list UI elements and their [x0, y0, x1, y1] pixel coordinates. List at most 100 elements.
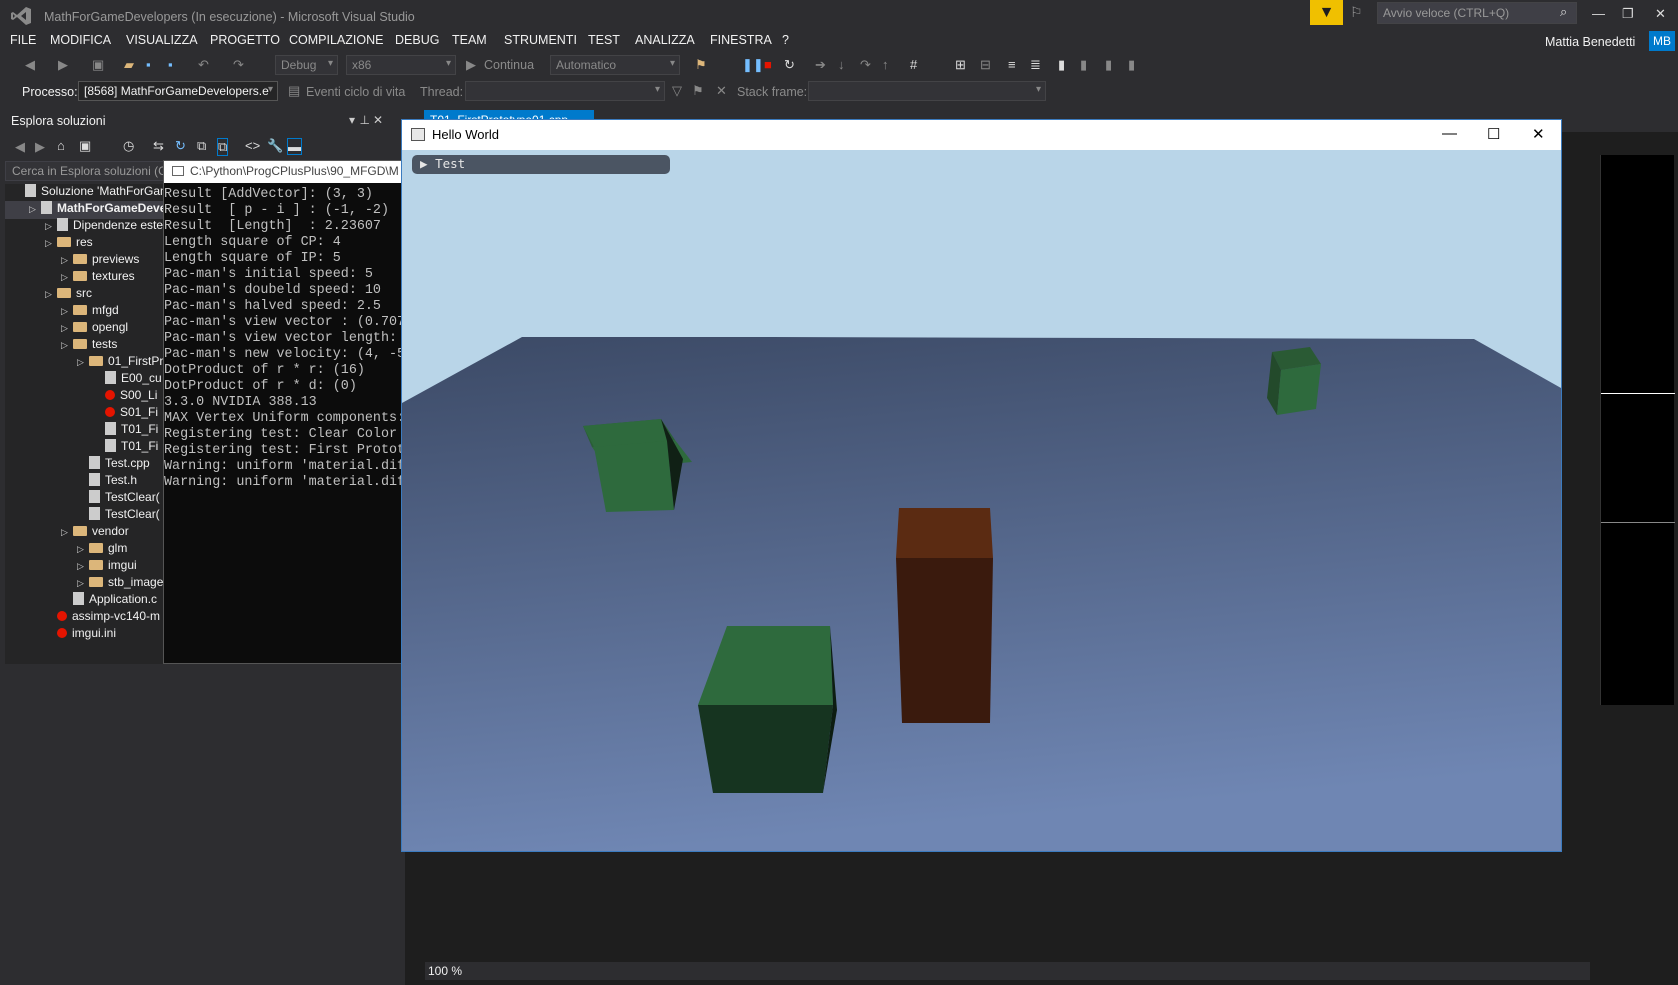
refresh-icon[interactable]: ↻ — [175, 138, 186, 154]
gl-close-icon[interactable]: ✕ — [1532, 125, 1545, 143]
imgui-header-test[interactable]: ▶ Test — [412, 155, 670, 174]
feedback-icon[interactable]: ⚐ — [1350, 4, 1363, 21]
properties-icon[interactable]: 🔧 — [267, 138, 283, 154]
tree-item[interactable]: ▷ previews — [5, 252, 170, 270]
prev-bookmark-icon[interactable]: ▮ — [1080, 57, 1087, 73]
stop-icon[interactable]: ■ — [764, 57, 772, 72]
expand-arrow-icon[interactable]: ▷ — [61, 527, 73, 538]
tree-item[interactable]: ▷ textures — [5, 269, 170, 287]
bookmark-icon[interactable]: ▮ — [1058, 57, 1065, 73]
tree-item[interactable]: ▷ imgui — [5, 558, 170, 576]
comment-icon[interactable]: ≣ — [1030, 57, 1041, 73]
breakpoint-icon[interactable]: ⊟ — [980, 57, 991, 73]
close-icon[interactable]: ✕ — [1655, 6, 1666, 22]
restore-icon[interactable]: ❐ — [1622, 6, 1634, 22]
menu-finestra[interactable]: FINESTRA — [710, 33, 772, 47]
expand-arrow-icon[interactable]: ▷ — [29, 204, 41, 215]
pending-changes-icon[interactable]: ◷ — [123, 138, 134, 154]
lifecycle-events-button[interactable]: Eventi ciclo di vita — [306, 85, 405, 99]
tree-item[interactable]: T01_Fi — [5, 439, 170, 457]
tree-item[interactable]: imgui.ini — [5, 626, 170, 644]
avatar[interactable]: MB — [1649, 31, 1675, 51]
forward-icon[interactable]: ▶ — [58, 57, 68, 73]
search-icon[interactable]: ⌕ — [1560, 4, 1567, 20]
process-select[interactable]: [8568] MathForGameDevelopers.e — [78, 81, 278, 101]
tree-item[interactable]: Soluzione 'MathForGam — [5, 184, 170, 202]
tree-item[interactable]: ▷ vendor — [5, 524, 170, 542]
menu-team[interactable]: TEAM — [452, 33, 487, 47]
panel-close-icon[interactable]: ✕ — [373, 113, 383, 127]
menu-analizza[interactable]: ANALIZZA — [635, 33, 695, 47]
expand-arrow-icon[interactable]: ▷ — [61, 255, 73, 266]
platform-select[interactable]: x86 — [346, 55, 456, 75]
restart-icon[interactable]: ↻ — [784, 57, 795, 73]
tree-item[interactable]: ▷ mfgd — [5, 303, 170, 321]
expand-arrow-icon[interactable]: ▷ — [61, 323, 73, 334]
continue-button[interactable]: Continua — [484, 58, 534, 72]
tree-item[interactable]: T01_Fi — [5, 422, 170, 440]
tree-item[interactable]: ▷ 01_FirstPr — [5, 354, 170, 372]
expand-arrow-icon[interactable]: ▷ — [45, 289, 57, 300]
sync-icon[interactable]: ⇆ — [153, 138, 164, 154]
tree-item[interactable]: S00_Li — [5, 388, 170, 406]
minimize-icon[interactable]: — — [1592, 6, 1605, 21]
user-name[interactable]: Mattia Benedetti — [1545, 35, 1635, 49]
undo-icon[interactable]: ↶ — [198, 57, 209, 73]
thread-filter-icon[interactable]: ▽ — [672, 83, 682, 99]
pin-icon[interactable]: ⊥ — [360, 113, 370, 127]
code-minimap[interactable] — [1600, 155, 1675, 705]
tree-item[interactable]: ▷ src — [5, 286, 170, 304]
flag-icon[interactable]: ⚑ — [692, 83, 704, 99]
tree-item[interactable]: ▷ tests — [5, 337, 170, 355]
tree-item[interactable]: ▷ stb_image — [5, 575, 170, 593]
clear-bookmarks-icon[interactable]: ▮ — [1128, 57, 1135, 73]
home-icon[interactable]: ⌂ — [57, 138, 65, 153]
console-window[interactable]: C:\Python\ProgCPlusPlus\90_MFGD\M Result… — [163, 160, 403, 664]
show-next-statement-icon[interactable]: ➔ — [815, 57, 826, 73]
minimap-viewport[interactable] — [1601, 393, 1675, 523]
expand-icon[interactable]: ✕ — [716, 83, 727, 99]
tree-item[interactable]: ▷ MathForGameDeve — [5, 201, 170, 219]
indent-icon[interactable]: ≡ — [1008, 57, 1016, 72]
switch-views-icon[interactable]: ▣ — [79, 138, 91, 154]
tree-item[interactable]: Test.h — [5, 473, 170, 491]
panel-menu-icon[interactable]: ▾ — [349, 113, 355, 127]
pause-icon[interactable]: ❚❚ — [742, 57, 764, 73]
gl-maximize-icon[interactable]: ☐ — [1487, 125, 1500, 143]
tree-item[interactable]: assimp-vc140-m — [5, 609, 170, 627]
auto-select[interactable]: Automatico — [550, 55, 680, 75]
tree-item[interactable]: Test.cpp — [5, 456, 170, 474]
filter-icon[interactable]: ▼ — [1310, 0, 1343, 25]
stack-frame-select[interactable] — [808, 81, 1046, 101]
menu-visualizza[interactable]: VISUALIZZA — [126, 33, 198, 47]
save-icon[interactable]: ▪ — [146, 57, 151, 72]
thread-icon[interactable]: ⊞ — [955, 57, 966, 73]
expand-arrow-icon[interactable]: ▷ — [77, 578, 89, 589]
expand-arrow-icon[interactable]: ▷ — [45, 221, 57, 232]
hello-world-window[interactable]: Hello World — ☐ ✕ ▶ Test — [401, 119, 1562, 852]
menu-compilazione[interactable]: COMPILAZIONE — [289, 33, 383, 47]
thread-select[interactable] — [465, 81, 665, 101]
lifecycle-icon[interactable]: ▤ — [288, 83, 300, 99]
tree-item[interactable]: Application.c — [5, 592, 170, 610]
menu-progetto[interactable]: PROGETTO — [210, 33, 280, 47]
next-bookmark-icon[interactable]: ▮ — [1105, 57, 1112, 73]
tree-item[interactable]: TestClear( — [5, 507, 170, 525]
back-icon[interactable]: ◀ — [25, 57, 35, 73]
3d-scene[interactable] — [402, 150, 1561, 851]
attach-icon[interactable]: ⚑ — [695, 57, 707, 73]
expand-arrow-icon[interactable]: ▷ — [77, 357, 89, 368]
expand-arrow-icon[interactable]: ▷ — [61, 340, 73, 351]
show-all-files-icon[interactable]: ⧉ — [217, 138, 229, 156]
se-back-icon[interactable]: ◀ — [15, 139, 25, 155]
step-over-icon[interactable]: ↷ — [860, 57, 871, 73]
menu-modifica[interactable]: MODIFICA — [50, 33, 111, 47]
tree-item[interactable]: ▷ Dipendenze este — [5, 218, 170, 236]
collapse-all-icon[interactable]: ⧉ — [197, 138, 206, 154]
step-out-icon[interactable]: ↑ — [882, 57, 889, 72]
tree-item[interactable]: S01_Fi — [5, 405, 170, 423]
expand-arrow-icon[interactable]: ▷ — [61, 306, 73, 317]
save-all-icon[interactable]: ▪ — [168, 57, 173, 72]
tree-item[interactable]: ▷ res — [5, 235, 170, 253]
tree-item[interactable]: E00_cu — [5, 371, 170, 389]
